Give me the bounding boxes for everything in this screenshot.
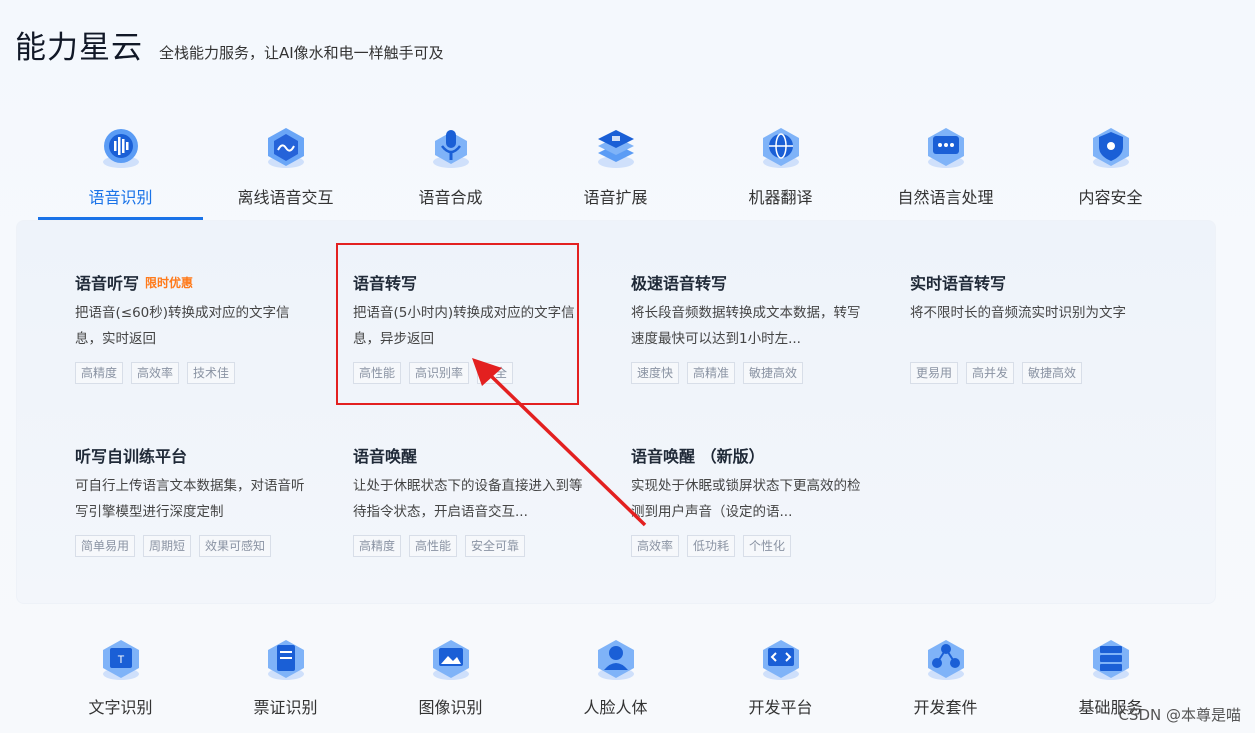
tag: 低功耗 [687,535,736,557]
card-tags: 高精度 高性能 安全可靠 [353,535,593,557]
text-recognition-icon: T [102,640,139,680]
category-ticket-recognition[interactable]: 票证识别 [203,636,368,718]
card-dictation-training[interactable]: 听写自训练平台 可自行上传语言文本数据集，对语音听写引擎模型进行深度定制 简单易… [75,443,315,557]
card-description: 将不限时长的音频流实时识别为文字 [910,305,1126,321]
card-tags: 速度快 高精准 敏捷高效 [631,362,871,384]
tag: 高精准 [687,362,736,384]
card-title: 语音唤醒 [353,443,593,467]
card-realtime-transcription[interactable]: 实时语音转写 将不限时长的音频流实时识别为文字 更易用 高并发 敏捷高效 [910,270,1150,384]
kit-icon [927,640,964,680]
card-title-text: 极速语音转写 [631,274,728,293]
tag: 敏捷高效 [1022,362,1083,384]
card-speech-dictation[interactable]: 语音听写 限时优惠 把语音(≤60秒)转换成对应的文字信息，实时返回 高精度 高… [75,270,315,384]
card-description: 实现处于休眠或锁屏状态下更高效的检测到用户声音（设定的语... [631,478,861,520]
layers-icon [597,130,634,168]
category-label: 票证识别 [253,698,318,717]
card-tags: 更易用 高并发 敏捷高效 [910,362,1150,384]
tag: 高精度 [353,535,402,557]
offline-voice-icon [267,128,304,168]
card-title-text: 实时语音转写 [910,274,1007,293]
tag: 高效率 [631,535,680,557]
watermark: CSDN @本尊是喵 [1118,706,1241,724]
card-fast-transcription[interactable]: 极速语音转写 将长段音频数据转换成文本数据，转写速度最快可以达到1小时左... … [631,270,871,384]
tab-speech-extension[interactable]: 语音扩展 [533,118,698,220]
server-icon [1092,640,1129,680]
microphone-icon [432,130,469,168]
category-label: 人脸人体 [583,698,648,717]
tag: 敏捷高效 [743,362,804,384]
category-label: 开发套件 [913,698,978,717]
card-tags: 高精度 高效率 技术佳 [75,362,315,384]
card-title: 听写自训练平台 [75,443,315,467]
tab-label: 内容安全 [1078,188,1143,207]
tag: 高精度 [75,362,124,384]
page-title: 能力星云 [15,30,143,66]
category-dev-kit[interactable]: 开发套件 [863,636,1028,718]
tag: 更易用 [910,362,959,384]
category-label: 开发平台 [748,698,813,717]
tag: 周期短 [143,535,192,557]
card-title-text: 听写自训练平台 [75,447,188,466]
tag: 简单易用 [75,535,136,557]
tag: 高效率 [131,362,180,384]
tag: 效果可感知 [199,535,272,557]
card-description: 让处于休眠状态下的设备直接进入到等待指令状态，开启语音交互... [353,478,583,520]
category-image-recognition[interactable]: 图像识别 [368,636,533,718]
card-voice-wakeup-new[interactable]: 语音唤醒 （新版） 实现处于休眠或锁屏状态下更高效的检测到用户声音（设定的语..… [631,443,871,557]
category-dev-platform[interactable]: 开发平台 [698,636,863,718]
tab-offline-voice[interactable]: 离线语音交互 [203,118,368,220]
card-description: 把语音(≤60秒)转换成对应的文字信息，实时返回 [75,305,290,347]
svg-text:T: T [117,654,124,666]
image-icon [432,640,469,680]
tab-label: 机器翻译 [748,188,813,207]
tab-label: 语音合成 [418,188,483,207]
card-tags: 简单易用 周期短 效果可感知 [75,535,315,557]
promo-badge: 限时优惠 [145,275,194,290]
speech-recognition-icon [102,129,139,168]
card-description: 将长段音频数据转换成文本数据，转写速度最快可以达到1小时左... [631,305,861,347]
tab-label: 语音识别 [88,188,153,207]
card-tags: 高效率 低功耗 个性化 [631,535,871,557]
tag: 个性化 [743,535,792,557]
card-title-text: 语音唤醒 [353,447,418,466]
card-title: 实时语音转写 [910,270,1150,294]
tab-nlp[interactable]: 自然语言处理 [863,118,1028,220]
tag: 安全可靠 [465,535,526,557]
page-subtitle: 全栈能力服务，让AI像水和电一样触手可及 [159,44,444,62]
bottom-categories: T 文字识别 票证识别 图像识别 人脸人体 开发平台 开发套件 基础服务 [38,636,1193,718]
card-title: 极速语音转写 [631,270,871,294]
tab-label: 语音扩展 [583,188,648,207]
face-icon [597,640,634,680]
ticket-icon [267,640,304,680]
tab-speech-recognition[interactable]: 语音识别 [38,118,203,220]
tag: 技术佳 [187,362,236,384]
card-title-text: 语音听写 [75,274,140,293]
tab-speech-synthesis[interactable]: 语音合成 [368,118,533,220]
tab-label: 自然语言处理 [897,188,994,207]
page-header: 能力星云 全栈能力服务，让AI像水和电一样触手可及 [15,22,444,67]
card-voice-wakeup[interactable]: 语音唤醒 让处于休眠状态下的设备直接进入到等待指令状态，开启语音交互... 高精… [353,443,593,557]
category-label: 文字识别 [88,698,153,717]
card-title-text: 语音唤醒 （新版） [631,447,765,466]
tag: 高并发 [966,362,1015,384]
code-icon [762,640,799,680]
tag: 速度快 [631,362,680,384]
tag: 高性能 [409,535,458,557]
category-face-body[interactable]: 人脸人体 [533,636,698,718]
shield-icon [1092,128,1129,168]
category-label: 图像识别 [418,698,483,717]
card-description: 可自行上传语言文本数据集，对语音听写引擎模型进行深度定制 [75,478,305,520]
tab-machine-translation[interactable]: 机器翻译 [698,118,863,220]
category-text-recognition[interactable]: T 文字识别 [38,636,203,718]
chat-icon [927,128,964,168]
tab-label: 离线语音交互 [237,188,334,207]
annotation-box [336,243,579,405]
card-title: 语音唤醒 （新版） [631,443,871,467]
category-tabs: 语音识别 离线语音交互 语音合成 语音扩展 机器翻译 自然语言处理 内容安全 [38,118,1193,220]
tab-content-security[interactable]: 内容安全 [1028,118,1193,220]
card-title: 语音听写 限时优惠 [75,270,315,294]
globe-icon [762,128,799,168]
